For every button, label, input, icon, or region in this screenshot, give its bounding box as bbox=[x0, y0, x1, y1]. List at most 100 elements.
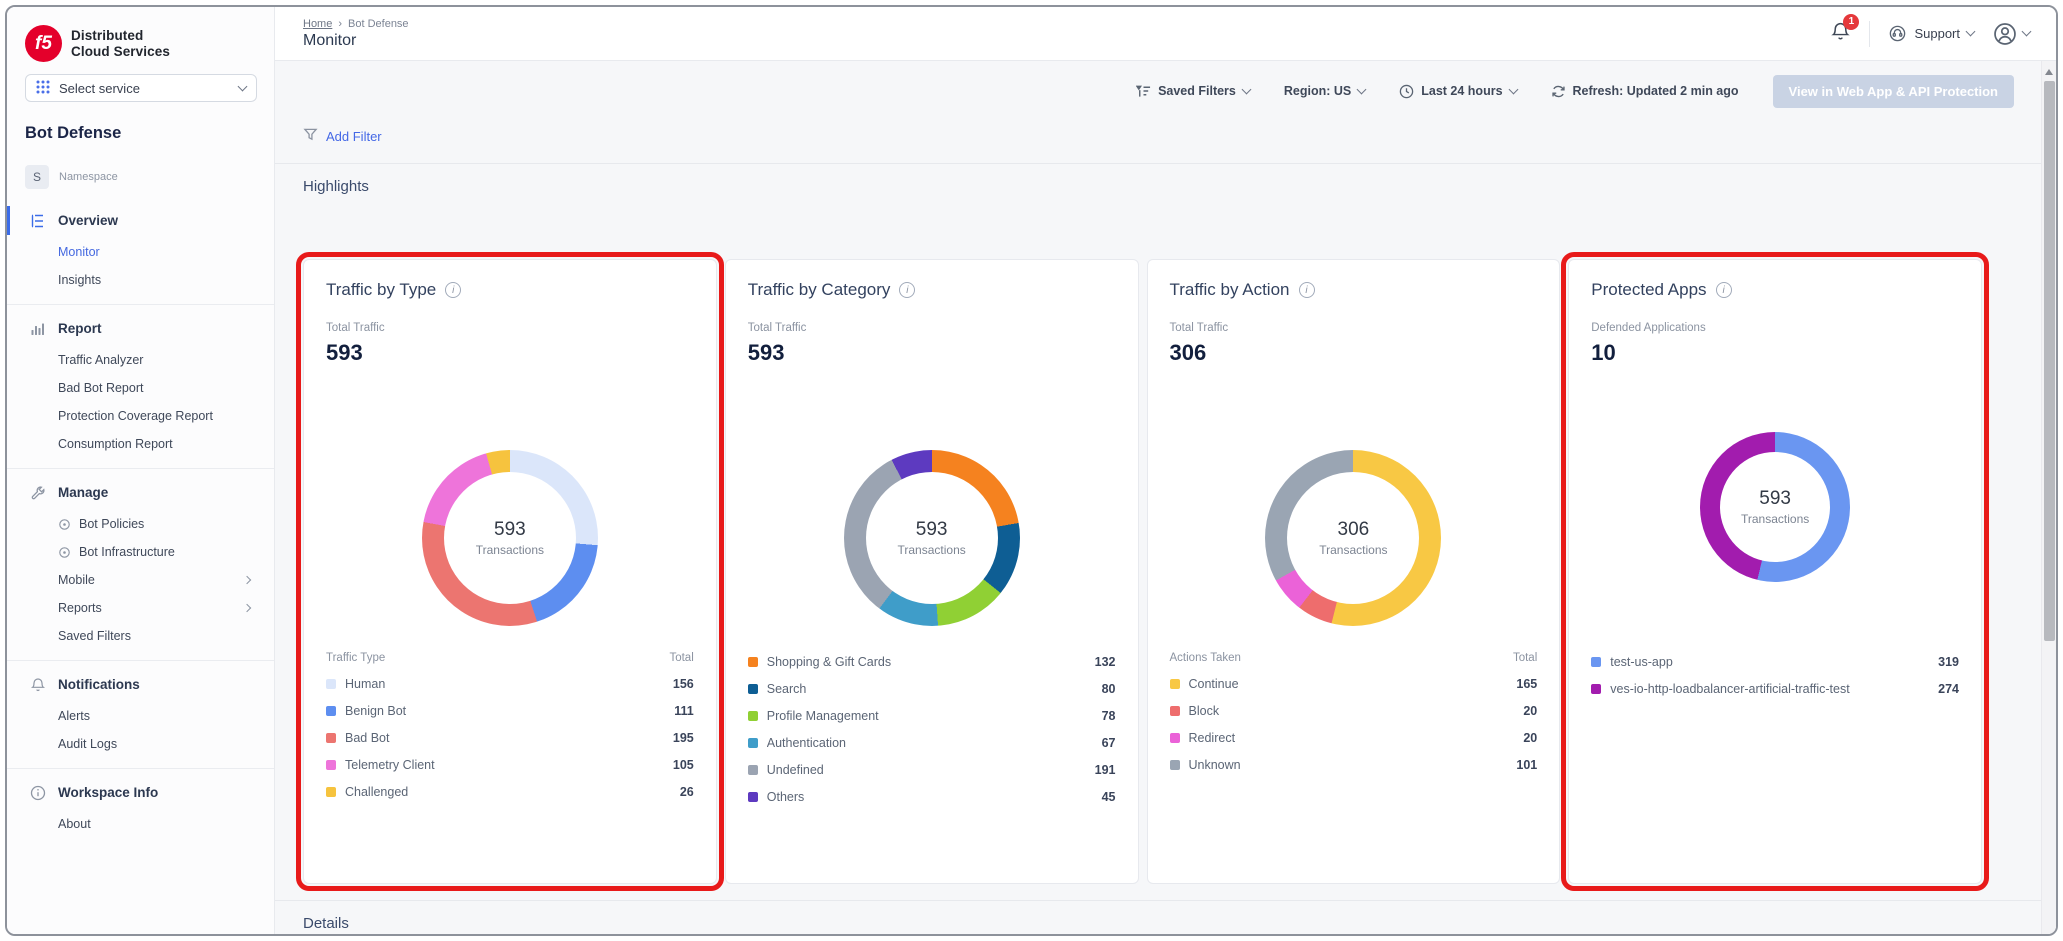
info-icon[interactable]: i bbox=[1299, 282, 1315, 298]
sidebar-item-bot-infrastructure[interactable]: Bot Infrastructure bbox=[7, 538, 274, 566]
legend-row-unknown[interactable]: Unknown101 bbox=[1170, 751, 1538, 778]
sidebar-item-saved-filters[interactable]: Saved Filters bbox=[7, 622, 274, 650]
legend-row-human[interactable]: Human156 bbox=[326, 670, 694, 697]
time-range-dropdown[interactable]: Last 24 hours bbox=[1399, 84, 1516, 99]
saved-filters-label: Saved Filters bbox=[1158, 84, 1236, 98]
legend-row-search[interactable]: Search80 bbox=[748, 675, 1116, 702]
donut-center-value: 593 bbox=[494, 519, 526, 541]
select-service-dropdown[interactable]: Select service bbox=[25, 74, 257, 102]
page-title: Monitor bbox=[303, 32, 409, 50]
scrollbar[interactable] bbox=[2041, 61, 2056, 934]
legend-row-shopping-gift-cards[interactable]: Shopping & Gift Cards132 bbox=[748, 648, 1116, 675]
legend-row-profile-management[interactable]: Profile Management78 bbox=[748, 702, 1116, 729]
grid-icon bbox=[36, 80, 50, 97]
legend-value: 67 bbox=[1102, 736, 1116, 750]
legend-row-ves-io-http-loadbalancer-artificial-traffic-test[interactable]: ves-io-http-loadbalancer-artificial-traf… bbox=[1591, 675, 1959, 702]
sidebar-item-bot-policies[interactable]: Bot Policies bbox=[7, 510, 274, 538]
main-area: Home › Bot Defense Monitor 1 Support bbox=[275, 7, 2056, 934]
scrollbar-up-arrow-icon[interactable] bbox=[2045, 69, 2053, 75]
brand-line2: Cloud Services bbox=[71, 44, 170, 60]
info-icon[interactable]: i bbox=[899, 282, 915, 298]
card-title: Protected Apps bbox=[1591, 280, 1706, 300]
breadcrumb-current: Bot Defense bbox=[348, 18, 409, 30]
legend-row-undefined[interactable]: Undefined191 bbox=[748, 756, 1116, 783]
header-divider bbox=[1869, 21, 1870, 47]
sidebar-item-label: Audit Logs bbox=[58, 737, 256, 751]
legend-label: Telemetry Client bbox=[345, 758, 664, 772]
legend-row-redirect[interactable]: Redirect20 bbox=[1170, 724, 1538, 751]
region-label: Region: US bbox=[1284, 84, 1351, 98]
legend-row-others[interactable]: Others45 bbox=[748, 783, 1116, 810]
card-protected-apps: Protected Apps i Defended Applications 1… bbox=[1568, 259, 1982, 884]
sidebar-item-audit-logs[interactable]: Audit Logs bbox=[7, 730, 274, 758]
sidebar-item-insights[interactable]: Insights bbox=[7, 266, 274, 294]
legend-label: Shopping & Gift Cards bbox=[767, 655, 1086, 669]
donut-chart[interactable]: 306 Transactions bbox=[1265, 450, 1441, 626]
sidebar-item-label: Alerts bbox=[58, 709, 256, 723]
legend-row-telemetry-client[interactable]: Telemetry Client105 bbox=[326, 751, 694, 778]
saved-filters-dropdown[interactable]: Saved Filters bbox=[1136, 84, 1250, 98]
sidebar-item-traffic-analyzer[interactable]: Traffic Analyzer bbox=[7, 346, 274, 374]
sidebar-section-manage[interactable]: Manage bbox=[25, 479, 256, 506]
refresh-button[interactable]: Refresh: Updated 2 min ago bbox=[1551, 84, 1739, 99]
legend-value: 78 bbox=[1102, 709, 1116, 723]
notifications-bell-button[interactable]: 1 bbox=[1830, 21, 1851, 47]
brand-logo[interactable]: f5 Distributed Cloud Services bbox=[7, 21, 274, 72]
namespace-selector[interactable]: S Namespace bbox=[25, 165, 256, 189]
sidebar-item-protection-coverage-report[interactable]: Protection Coverage Report bbox=[7, 402, 274, 430]
legend-row-block[interactable]: Block20 bbox=[1170, 697, 1538, 724]
legend-label: Benign Bot bbox=[345, 704, 665, 718]
scrollbar-thumb[interactable] bbox=[2044, 81, 2055, 641]
legend-row-benign-bot[interactable]: Benign Bot111 bbox=[326, 697, 694, 724]
sidebar-item-about[interactable]: About bbox=[7, 810, 274, 838]
card-stat-value: 306 bbox=[1170, 340, 1207, 366]
legend-row-bad-bot[interactable]: Bad Bot195 bbox=[326, 724, 694, 751]
user-menu[interactable] bbox=[1992, 21, 2030, 47]
sidebar-item-mobile[interactable]: Mobile bbox=[7, 566, 274, 594]
sidebar-section-report[interactable]: Report bbox=[25, 315, 256, 342]
info-icon[interactable]: i bbox=[445, 282, 461, 298]
legend-row-challenged[interactable]: Challenged26 bbox=[326, 778, 694, 805]
donut-chart[interactable]: 593 Transactions bbox=[422, 450, 598, 626]
add-filter-button[interactable]: Add Filter bbox=[303, 127, 382, 145]
donut-center: 593 Transactions bbox=[866, 472, 998, 604]
legend-swatch-icon bbox=[1591, 684, 1601, 694]
legend-row-test-us-app[interactable]: test-us-app319 bbox=[1591, 648, 1959, 675]
card-stat-label: Total Traffic bbox=[326, 322, 385, 334]
report-icon bbox=[29, 320, 46, 337]
sidebar-section-workspace-info[interactable]: Workspace Info bbox=[25, 779, 256, 806]
donut-center-label: Transactions bbox=[1319, 543, 1387, 557]
legend-row-continue[interactable]: Continue165 bbox=[1170, 670, 1538, 697]
chevron-down-icon bbox=[1966, 27, 1976, 37]
legend-label: Block bbox=[1189, 704, 1515, 718]
sidebar-item-reports[interactable]: Reports bbox=[7, 594, 274, 622]
sidebar-item-alerts[interactable]: Alerts bbox=[7, 702, 274, 730]
sidebar-section-label: Overview bbox=[58, 213, 118, 228]
sidebar-item-bad-bot-report[interactable]: Bad Bot Report bbox=[7, 374, 274, 402]
card-stat-value: 10 bbox=[1591, 340, 1615, 366]
donut-center: 306 Transactions bbox=[1287, 472, 1419, 604]
top-header: Home › Bot Defense Monitor 1 Support bbox=[275, 7, 2056, 61]
support-menu[interactable]: Support bbox=[1888, 24, 1974, 43]
filters-toolbar: Saved Filters Region: US Last 24 hours bbox=[275, 61, 2056, 121]
donut-chart[interactable]: 593 Transactions bbox=[1700, 432, 1850, 582]
card-title: Traffic by Category bbox=[748, 280, 891, 300]
info-icon[interactable]: i bbox=[1716, 282, 1732, 298]
sidebar-item-consumption-report[interactable]: Consumption Report bbox=[7, 430, 274, 458]
donut-chart[interactable]: 593 Transactions bbox=[844, 450, 1020, 626]
legend-value: 195 bbox=[673, 731, 694, 745]
breadcrumb-home-link[interactable]: Home bbox=[303, 18, 332, 30]
sidebar: f5 Distributed Cloud Services Select ser… bbox=[7, 7, 275, 934]
legend-header: Traffic TypeTotal bbox=[326, 648, 694, 670]
legend-swatch-icon bbox=[748, 738, 758, 748]
legend-name-header: Traffic Type bbox=[326, 652, 385, 664]
view-in-waap-button[interactable]: View in Web App & API Protection bbox=[1773, 75, 2014, 108]
sidebar-section-notifications[interactable]: Notifications bbox=[25, 671, 256, 698]
legend-swatch-icon bbox=[1170, 679, 1180, 689]
legend-row-authentication[interactable]: Authentication67 bbox=[748, 729, 1116, 756]
sidebar-section-overview[interactable]: Overview bbox=[25, 207, 256, 234]
chevron-down-icon bbox=[1357, 84, 1367, 94]
sidebar-item-monitor[interactable]: Monitor bbox=[7, 238, 274, 266]
region-dropdown[interactable]: Region: US bbox=[1284, 84, 1365, 98]
funnel-icon bbox=[303, 127, 318, 145]
